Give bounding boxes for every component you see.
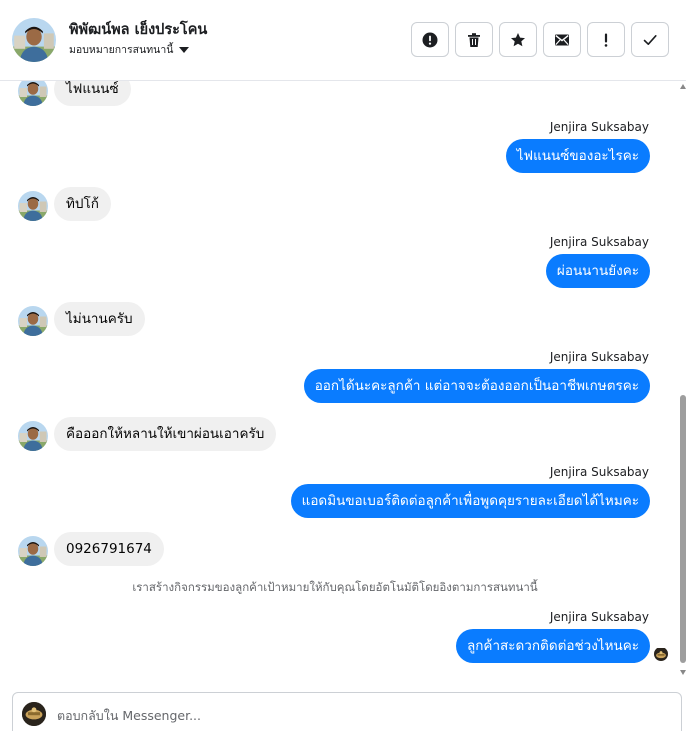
message-thread[interactable]: ไฟแนนซ์ Jenjira Suksabay ไฟแนนซ์ของอะไรค… xyxy=(0,81,686,681)
reply-input[interactable] xyxy=(57,701,657,729)
alert-circle-icon xyxy=(422,32,438,47)
sender-name: Jenjira Suksabay xyxy=(549,235,649,249)
incoming-message[interactable]: คือออกให้หลานให้เขาผ่อนเอาครับ xyxy=(54,417,277,451)
contact-avatar-small[interactable] xyxy=(18,536,48,566)
contact-avatar[interactable] xyxy=(12,18,56,62)
outgoing-message[interactable]: ผ่อนนานยังคะ xyxy=(545,254,650,288)
reply-composer xyxy=(12,692,682,731)
sender-name: Jenjira Suksabay xyxy=(549,120,649,134)
contact-avatar-small[interactable] xyxy=(18,81,48,106)
contact-avatar-small[interactable] xyxy=(18,306,48,336)
conversation-actions xyxy=(411,22,669,57)
scroll-down-arrow-icon[interactable] xyxy=(680,670,686,675)
sender-name: Jenjira Suksabay xyxy=(549,465,649,479)
mark-unread-button[interactable] xyxy=(543,22,581,57)
incoming-message[interactable]: ไฟแนนซ์ xyxy=(54,81,131,106)
page-avatar xyxy=(22,702,46,726)
contact-avatar-small[interactable] xyxy=(18,421,48,451)
outgoing-message[interactable]: ไฟแนนซ์ของอะไรคะ xyxy=(505,139,650,173)
trash-icon xyxy=(468,32,480,47)
incoming-message[interactable]: ทิปโก้ xyxy=(54,187,111,221)
scroll-up-arrow-icon[interactable] xyxy=(680,84,686,89)
outgoing-message[interactable]: ออกได้นะคะลูกค้า แต่อาจจะต้องออกเป็นอาชี… xyxy=(303,369,650,403)
conversation-header: พิพัฒน์พล เย็งประโคน มอบหมายการสนทนานี้ xyxy=(0,0,686,81)
exclamation-icon xyxy=(604,33,608,47)
contact-avatar-small[interactable] xyxy=(18,191,48,221)
outgoing-message[interactable]: แอดมินขอเบอร์ติดต่อลูกค้าเพื่อพูดคุยรายล… xyxy=(290,484,650,518)
assign-conversation-dropdown[interactable]: มอบหมายการสนทนานี้ xyxy=(69,41,190,58)
assign-conversation-label: มอบหมายการสนทนานี้ xyxy=(69,44,174,56)
star-button[interactable] xyxy=(499,22,537,57)
contact-name[interactable]: พิพัฒน์พล เย็งประโคน xyxy=(69,18,207,41)
follow-up-button[interactable] xyxy=(587,22,625,57)
incoming-message[interactable]: 0926791674 xyxy=(54,532,164,566)
caret-down-icon xyxy=(179,46,190,53)
envelope-icon xyxy=(555,34,569,45)
seen-indicator-avatar xyxy=(654,647,668,661)
sender-name: Jenjira Suksabay xyxy=(549,350,649,364)
system-note: เราสร้างกิจกรรมของลูกค้าเป้าหมายให้กับคุ… xyxy=(132,580,538,594)
outgoing-message[interactable]: ลูกค้าสะดวกติดต่อช่วงไหนคะ xyxy=(455,629,650,663)
delete-button[interactable] xyxy=(455,22,493,57)
star-icon xyxy=(511,32,525,46)
incoming-message[interactable]: ไม่นานครับ xyxy=(54,302,145,336)
mark-done-button[interactable] xyxy=(631,22,669,57)
check-icon xyxy=(643,34,657,45)
sender-name: Jenjira Suksabay xyxy=(549,610,649,624)
spam-button[interactable] xyxy=(411,22,449,57)
scrollbar-thumb[interactable] xyxy=(680,395,686,663)
